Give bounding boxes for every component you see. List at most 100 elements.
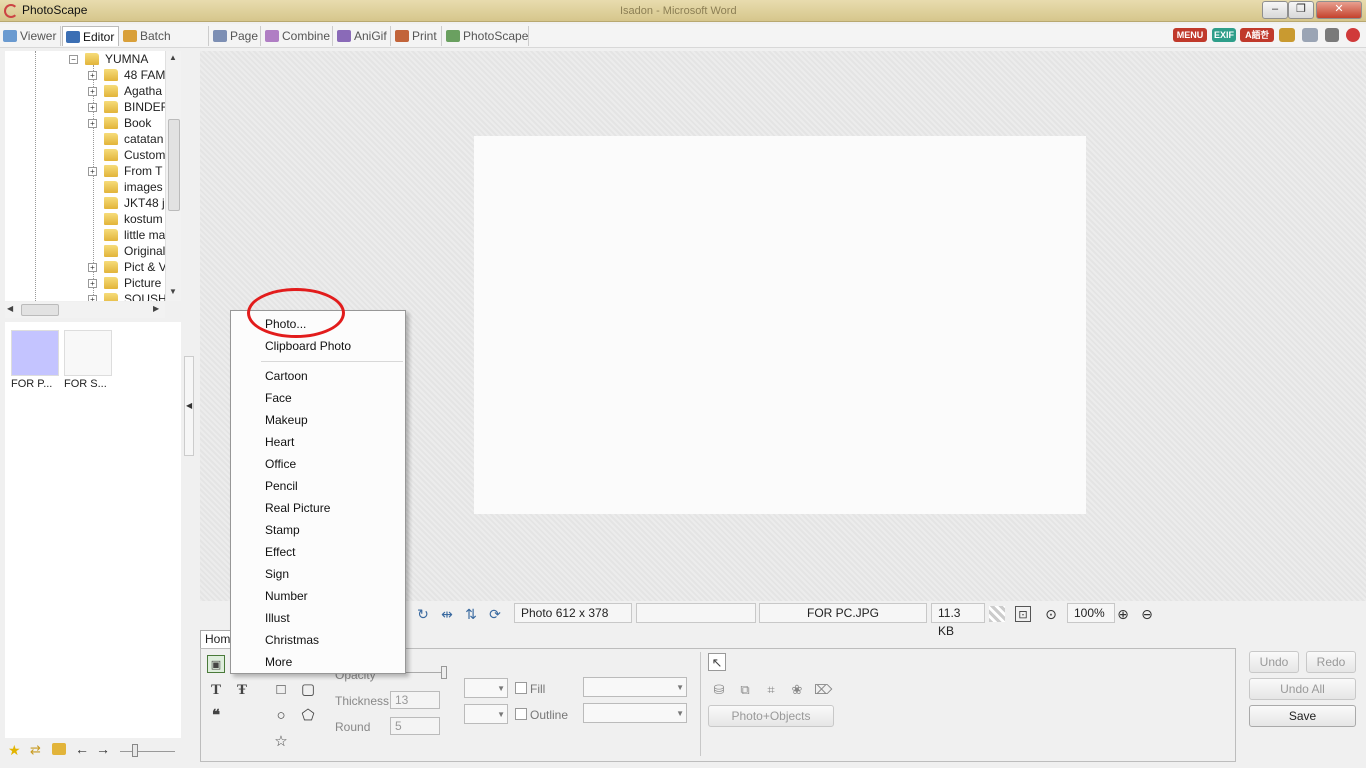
expand-icon[interactable]: + <box>88 87 97 96</box>
menu-item-makeup[interactable]: Makeup <box>265 410 308 430</box>
tab-photoscape[interactable]: PhotoScape <box>443 26 529 46</box>
tab-batch-editor[interactable]: Batch Editor <box>120 26 209 63</box>
photo-objects-button[interactable]: Photo+Objects <box>708 705 834 727</box>
tab-editor[interactable]: Editor <box>62 26 119 46</box>
text-icon[interactable]: T <box>207 681 225 699</box>
actual-size-icon[interactable]: ⊙ <box>1043 606 1059 622</box>
tab-anigif[interactable]: AniGif <box>334 26 391 46</box>
tab-viewer[interactable]: Viewer <box>0 26 61 46</box>
pentagon-icon[interactable]: ⬠ <box>299 707 317 725</box>
expand-icon[interactable]: + <box>88 119 97 128</box>
menu-item-office[interactable]: Office <box>265 454 296 474</box>
undo-all-button[interactable]: Undo All <box>1249 678 1356 700</box>
tab-page[interactable]: Page <box>210 26 261 46</box>
tab-combine[interactable]: Combine <box>262 26 333 46</box>
menu-item-real-picture[interactable]: Real Picture <box>265 498 330 518</box>
select-cursor-icon[interactable]: ↖ <box>708 653 726 671</box>
object-crop-icon[interactable]: ⌗ <box>762 682 780 698</box>
rounded-rectangle-icon[interactable]: ▢ <box>299 681 317 699</box>
round-stepper[interactable]: 5 <box>390 717 440 735</box>
object-group-icon[interactable]: ❀ <box>788 682 806 698</box>
star-icon[interactable]: ★ <box>8 742 21 759</box>
folder-star-icon[interactable] <box>1279 28 1295 42</box>
undo-button[interactable]: Undo <box>1249 651 1299 673</box>
outline-checkbox[interactable] <box>515 708 527 720</box>
fit-zoom-icon[interactable]: ⊡ <box>1015 606 1031 622</box>
tree-horizontal-scrollbar[interactable]: ◀ ▶ <box>5 302 165 318</box>
expand-icon[interactable]: + <box>88 295 97 301</box>
menu-button[interactable]: MENU <box>1173 28 1207 42</box>
expand-icon[interactable]: + <box>88 103 97 112</box>
forward-arrow-icon[interactable]: → <box>96 741 110 757</box>
zoom-out-icon[interactable]: ⊖ <box>1139 606 1155 622</box>
menu-item-illust[interactable]: Illust <box>265 608 290 628</box>
tab-print[interactable]: Print <box>392 26 442 46</box>
zoom-in-icon[interactable]: ⊕ <box>1115 606 1131 622</box>
scroll-up-arrow-icon[interactable]: ▲ <box>169 53 177 62</box>
flip-horizontal-icon[interactable]: ⇹ <box>439 606 455 622</box>
rotate-right-icon[interactable]: ↻ <box>415 606 431 622</box>
menu-item-cartoon[interactable]: Cartoon <box>265 366 308 386</box>
opacity-slider-handle[interactable] <box>441 666 447 679</box>
expand-icon[interactable]: + <box>88 263 97 272</box>
close-button[interactable]: ✕ <box>1316 1 1362 19</box>
tree-vertical-scrollbar[interactable]: ▲ ▼ <box>165 51 181 301</box>
menu-item-sign[interactable]: Sign <box>265 564 289 584</box>
thumbnail-for-pc[interactable] <box>11 330 59 376</box>
fill-color-dropdown[interactable]: ▼ <box>583 677 687 697</box>
menu-item-face[interactable]: Face <box>265 388 292 408</box>
outline-style-dropdown[interactable]: ▼ <box>464 704 508 724</box>
photo-canvas[interactable] <box>474 136 1086 514</box>
expand-icon[interactable]: + <box>88 71 97 80</box>
object-copy-icon[interactable]: ⧉ <box>736 682 754 698</box>
redo-button[interactable]: Redo <box>1306 651 1356 673</box>
insert-image-icon[interactable]: ▣ <box>207 655 225 673</box>
expand-icon[interactable]: + <box>88 167 97 176</box>
fill-style-dropdown[interactable]: ▼ <box>464 678 508 698</box>
scroll-left-arrow-icon[interactable]: ◀ <box>7 304 13 313</box>
exif-button[interactable]: EXIF <box>1212 28 1236 42</box>
menu-item-clipboard-photo[interactable]: Clipboard Photo <box>265 336 351 356</box>
menu-item-stamp[interactable]: Stamp <box>265 520 300 540</box>
thumbnail-size-slider-track[interactable] <box>120 751 175 752</box>
transparency-grid-icon[interactable] <box>989 606 1005 622</box>
outline-color-dropdown[interactable]: ▼ <box>583 703 687 723</box>
thumbnail-for-s[interactable] <box>64 330 112 376</box>
swap-icon[interactable]: ⇄ <box>30 742 41 758</box>
back-arrow-icon[interactable]: ← <box>75 741 89 757</box>
menu-item-more[interactable]: More <box>265 652 292 672</box>
menu-item-heart[interactable]: Heart <box>265 432 294 452</box>
thumbnail-size-slider[interactable] <box>132 744 138 757</box>
scroll-down-arrow-icon[interactable]: ▼ <box>169 287 177 296</box>
rectangle-icon[interactable]: □ <box>272 681 290 699</box>
copy-window-icon[interactable] <box>1302 28 1318 42</box>
tab-home[interactable]: Home <box>200 630 232 648</box>
open-folder-icon[interactable] <box>52 743 66 755</box>
help-icon[interactable] <box>1346 28 1360 42</box>
tree-scroll-thumb[interactable] <box>168 119 180 211</box>
menu-item-pencil[interactable]: Pencil <box>265 476 298 496</box>
save-button[interactable]: Save <box>1249 705 1356 727</box>
expand-icon[interactable]: + <box>88 279 97 288</box>
thickness-stepper[interactable]: 13 <box>390 691 440 709</box>
menu-item-number[interactable]: Number <box>265 586 308 606</box>
object-front-icon[interactable]: ⛁ <box>710 682 728 698</box>
fill-checkbox[interactable] <box>515 682 527 694</box>
collapse-icon[interactable]: − <box>69 55 78 64</box>
refresh-icon[interactable]: ⟳ <box>487 606 503 622</box>
circle-icon[interactable]: ○ <box>272 707 290 725</box>
tools-icon[interactable] <box>1325 28 1339 42</box>
tree-hscroll-thumb[interactable] <box>21 304 59 316</box>
maximize-button[interactable]: ❐ <box>1288 1 1314 19</box>
flip-vertical-icon[interactable]: ⇅ <box>463 606 479 622</box>
menu-item-christmas[interactable]: Christmas <box>265 630 319 650</box>
scroll-right-arrow-icon[interactable]: ▶ <box>153 304 159 313</box>
collapse-sidebar-handle[interactable]: ◀ <box>184 356 194 456</box>
quote-balloon-icon[interactable]: ❝ <box>207 707 225 725</box>
menu-item-effect[interactable]: Effect <box>265 542 295 562</box>
object-delete-icon[interactable]: ⌦ <box>814 682 832 698</box>
language-button[interactable]: A語한 <box>1240 28 1274 42</box>
minimize-button[interactable]: – <box>1262 1 1288 19</box>
star-shape-icon[interactable]: ☆ <box>272 733 290 751</box>
text-outline-icon[interactable]: Ŧ <box>233 681 251 699</box>
